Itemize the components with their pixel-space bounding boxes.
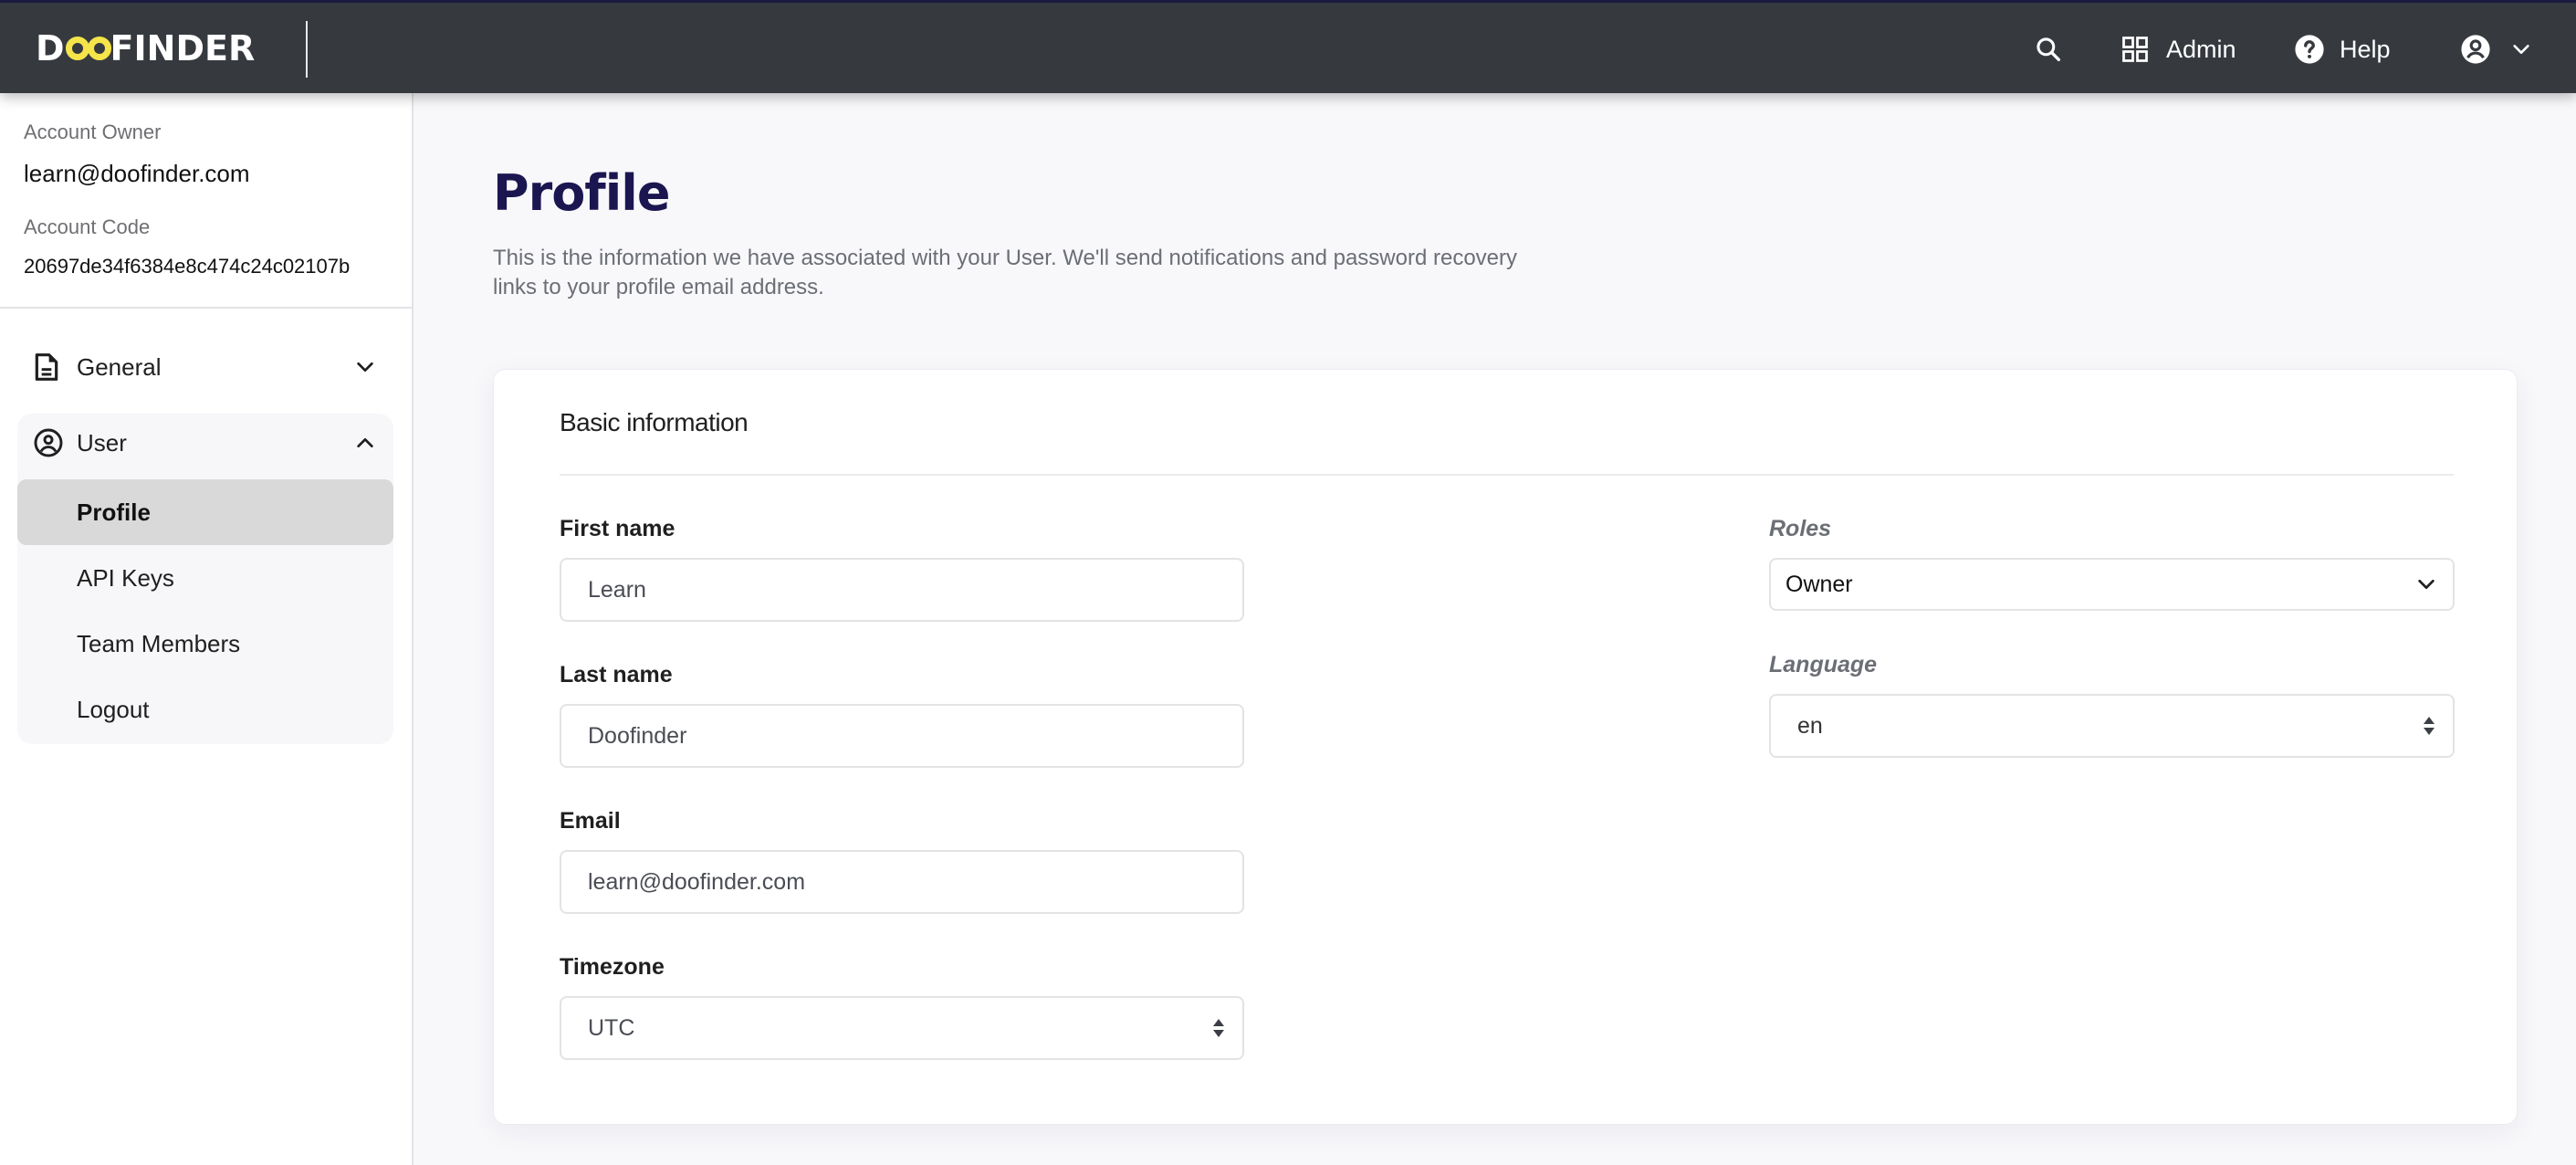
sidebar-subitem-profile[interactable]: Profile [17,479,393,545]
account-owner-value: learn@doofinder.com [24,160,250,187]
help-button[interactable]: Help [2294,3,2391,96]
chevron-down-icon [2513,45,2529,54]
account-code-value: 20697de34f6384e8c474c24c02107b [24,255,351,278]
admin-menu-button[interactable]: Admin [2121,3,2236,96]
email-input[interactable]: learn@doofinder.com [560,850,1244,914]
first-name-value: Learn [588,576,646,603]
logo-infinity-icon [65,37,111,60]
sidebar: Account Owner learn@doofinder.com Accoun… [0,93,414,1165]
roles-select[interactable]: Owner [1769,558,2455,611]
email-label: Email [560,808,621,834]
language-value: en [1797,712,1823,739]
logo-divider [306,21,308,78]
logo-text-right: FINDER [110,28,256,68]
top-navbar: D FINDER Admin Help [0,0,2576,93]
sidebar-divider [0,307,412,309]
grid-icon [2122,37,2148,62]
account-owner-label: Account Owner [24,121,162,143]
timezone-value: UTC [588,1014,635,1041]
email-value: learn@doofinder.com [588,868,806,895]
sidebar-subitem-api-keys[interactable]: API Keys [17,545,393,611]
language-select[interactable]: en [1769,694,2455,758]
roles-value: Owner [1785,571,1853,597]
chevron-down-icon [2418,579,2435,590]
sidebar-subitem-team-members[interactable]: Team Members [17,611,393,677]
card-title: Basic information [560,408,749,436]
card-divider [560,474,2454,476]
sort-arrows-icon [2424,717,2435,735]
sidebar-subitem-label: Logout [77,695,150,723]
document-icon [35,353,58,381]
sidebar-subitem-logout[interactable]: Logout [17,677,393,742]
chevron-down-icon [357,362,373,373]
sidebar-item-user[interactable]: User [17,414,393,472]
first-name-input[interactable]: Learn [560,558,1244,622]
basic-information-card: Basic information First name Learn Last … [493,369,2518,1125]
timezone-select[interactable]: UTC [560,996,1244,1060]
sidebar-subitem-label: Team Members [77,629,241,657]
language-label: Language [1769,652,1878,677]
page-description: This is the information we have associat… [493,246,1517,299]
search-icon [2037,37,2060,61]
user-circle-icon [34,428,63,457]
first-name-label: First name [560,516,675,541]
help-circle-icon [2295,35,2324,64]
sidebar-item-label: General [77,352,162,381]
chevron-up-icon [357,437,373,448]
sidebar-item-label: User [77,428,127,457]
sidebar-item-general[interactable]: General [17,338,393,396]
doofinder-logo[interactable]: D FINDER [36,28,256,68]
sidebar-subitem-label: Profile [77,498,151,526]
page-title: Profile [493,164,670,222]
last-name-value: Doofinder [588,722,687,749]
admin-label: Admin [2166,35,2236,63]
search-button[interactable] [2034,3,2063,96]
last-name-label: Last name [560,662,673,687]
timezone-label: Timezone [560,954,665,980]
user-circle-icon [2461,35,2490,64]
account-code-label: Account Code [24,215,151,238]
help-label: Help [2340,35,2391,63]
user-menu-button[interactable] [2460,3,2531,96]
sidebar-subitem-label: API Keys [77,563,174,592]
roles-label: Roles [1769,516,1832,541]
sort-arrows-icon [1213,1019,1224,1037]
logo-text-left: D [36,28,65,68]
last-name-input[interactable]: Doofinder [560,704,1244,768]
